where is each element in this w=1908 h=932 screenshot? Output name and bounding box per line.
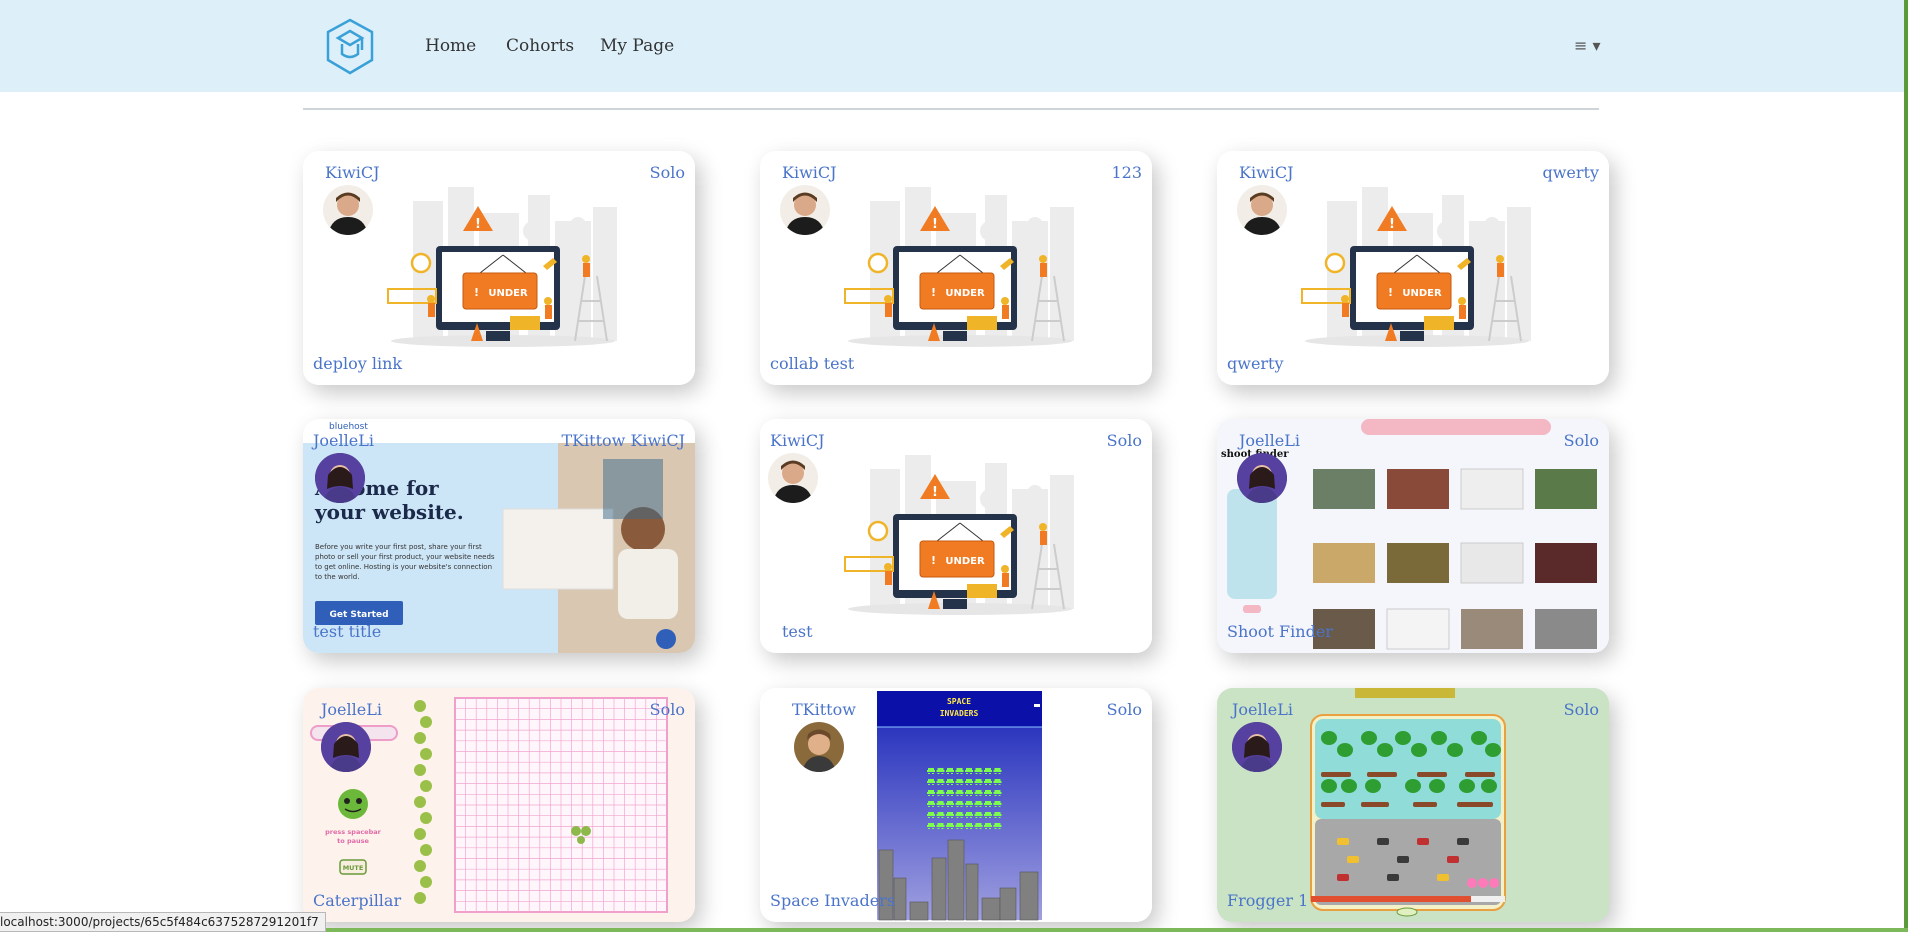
nav-home-link[interactable]: Home xyxy=(425,36,476,56)
card-owner-name[interactable]: KiwiCJ xyxy=(325,163,380,182)
card-project-title[interactable]: Shoot Finder xyxy=(1227,622,1333,641)
avatar xyxy=(1232,722,1282,772)
svg-text:!: ! xyxy=(474,286,479,299)
card-project-title[interactable]: deploy link xyxy=(313,354,402,373)
svg-text:INVADERS: INVADERS xyxy=(940,709,979,718)
project-card[interactable]: UNDER ! ! KiwiCJ Solo deploy link xyxy=(303,151,695,385)
card-team-type: Solo xyxy=(1563,431,1599,450)
svg-text:!: ! xyxy=(475,217,481,232)
project-card[interactable]: SPACE INVADERS TKittow Solo Space Invade… xyxy=(760,688,1152,922)
svg-text:!: ! xyxy=(932,485,938,500)
card-project-title[interactable]: test xyxy=(782,622,813,641)
link-preview-status-bar: localhost:3000/projects/65c5f484c6375287… xyxy=(0,912,326,932)
svg-text:SPACE: SPACE xyxy=(947,697,971,706)
svg-text:UNDER: UNDER xyxy=(945,288,985,299)
card-team-type: 123 xyxy=(1111,163,1142,182)
project-card[interactable]: JoelleLi Solo Frogger 1 xyxy=(1217,688,1609,922)
card-owner-name[interactable]: JoelleLi xyxy=(1239,431,1300,450)
card-project-title[interactable]: Caterpillar xyxy=(313,891,401,910)
svg-text:!: ! xyxy=(1389,217,1395,232)
project-card[interactable]: press spacebar to pause MUTE JoelleLi So… xyxy=(303,688,695,922)
card-project-title[interactable]: Frogger 1 xyxy=(1227,891,1308,910)
top-navbar: Home Cohorts My Page ≡ ▾ xyxy=(0,0,1908,92)
project-card[interactable]: shoot finder JoelleLi Solo Shoot Finder xyxy=(1217,419,1609,653)
graduation-cap-logo-icon[interactable] xyxy=(324,18,376,76)
svg-text:UNDER: UNDER xyxy=(1402,288,1442,299)
svg-text:!: ! xyxy=(931,554,936,567)
hamburger-menu-icon[interactable]: ≡ ▾ xyxy=(1574,36,1601,55)
avatar xyxy=(323,185,373,235)
card-team-members: TKittow KiwiCJ xyxy=(561,431,685,450)
avatar xyxy=(768,453,818,503)
svg-text:UNDER: UNDER xyxy=(488,288,528,299)
nav-cohorts-link[interactable]: Cohorts xyxy=(506,36,574,56)
project-thumbnail: UNDER ! ! xyxy=(760,151,1152,385)
nav-my-page-link[interactable]: My Page xyxy=(600,36,674,56)
card-owner-name[interactable]: KiwiCJ xyxy=(1239,163,1294,182)
card-owner-name[interactable]: JoelleLi xyxy=(313,431,374,450)
page-divider xyxy=(303,108,1599,110)
card-owner-name[interactable]: TKittow xyxy=(792,700,856,719)
card-project-title[interactable]: Space Invaders xyxy=(770,891,895,910)
svg-text:!: ! xyxy=(932,217,938,232)
avatar xyxy=(321,722,371,772)
project-thumbnail: shoot finder xyxy=(1217,419,1609,653)
avatar xyxy=(794,722,844,772)
card-team-type: Solo xyxy=(649,163,685,182)
svg-text:Before you write your first po: Before you write your first post, share … xyxy=(315,543,482,551)
avatar xyxy=(1237,185,1287,235)
card-owner-name[interactable]: KiwiCJ xyxy=(782,163,837,182)
card-team-type: Solo xyxy=(1106,431,1142,450)
mute-button: MUTE xyxy=(343,864,364,872)
project-thumbnail xyxy=(1217,688,1609,922)
card-team-type: Solo xyxy=(1106,700,1142,719)
card-project-title[interactable]: collab test xyxy=(770,354,854,373)
project-card[interactable]: UNDER ! ! KiwiCJ qwerty qwerty xyxy=(1217,151,1609,385)
card-owner-name[interactable]: JoelleLi xyxy=(321,700,382,719)
project-card[interactable]: Get Started A home for your website. Bef… xyxy=(303,419,695,653)
project-thumbnail: press spacebar to pause MUTE xyxy=(303,688,695,922)
project-thumbnail: UNDER ! ! xyxy=(760,419,1152,653)
svg-text:to get online. Hosting is your: to get online. Hosting is your website's… xyxy=(315,563,492,571)
svg-text:!: ! xyxy=(931,286,936,299)
project-thumbnail: UNDER ! ! xyxy=(1217,151,1609,385)
svg-text:your website.: your website. xyxy=(314,500,464,524)
svg-text:UNDER: UNDER xyxy=(945,556,985,567)
card-team-type: qwerty xyxy=(1542,163,1599,182)
svg-text:press spacebar: press spacebar xyxy=(325,828,381,836)
project-thumbnail: UNDER ! ! xyxy=(303,151,695,385)
svg-text:photo or sell your first produ: photo or sell your first product, your w… xyxy=(315,553,495,561)
svg-text:!: ! xyxy=(1388,286,1393,299)
avatar xyxy=(315,453,365,503)
avatar xyxy=(780,185,830,235)
card-owner-name[interactable]: KiwiCJ xyxy=(770,431,825,450)
project-card[interactable]: UNDER ! ! KiwiCJ Solo test xyxy=(760,419,1152,653)
window-edge xyxy=(1904,0,1908,932)
svg-text:to pause: to pause xyxy=(337,837,369,845)
project-thumbnail: Get Started A home for your website. Bef… xyxy=(303,419,695,653)
card-owner-name[interactable]: JoelleLi xyxy=(1232,700,1293,719)
card-team-type: Solo xyxy=(649,700,685,719)
get-started-button: Get Started xyxy=(329,610,388,620)
avatar xyxy=(1237,453,1287,503)
card-team-type: Solo xyxy=(1563,700,1599,719)
project-card[interactable]: UNDER ! ! KiwiCJ 123 collab test xyxy=(760,151,1152,385)
card-project-title[interactable]: qwerty xyxy=(1227,354,1284,373)
card-project-title[interactable]: test title xyxy=(313,622,381,641)
svg-text:to the world.: to the world. xyxy=(315,573,359,581)
